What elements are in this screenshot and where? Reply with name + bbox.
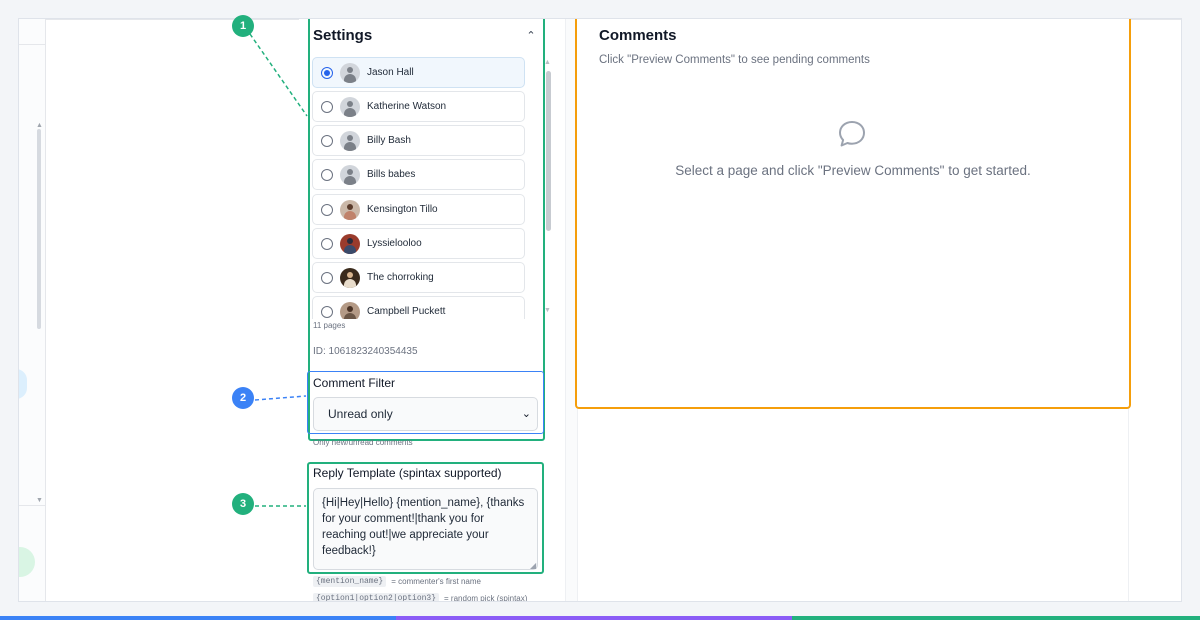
gutter-header: [19, 19, 46, 45]
page-item[interactable]: Campbell Puckett: [312, 296, 525, 319]
comment-filter-select[interactable]: Unread only ⌄: [313, 397, 538, 431]
radio-button[interactable]: [321, 271, 333, 284]
scroll-thumb[interactable]: [546, 71, 551, 231]
resize-handle-icon[interactable]: ◢: [530, 561, 536, 570]
hint-row: {option1|option2|option3} = random pick …: [313, 593, 528, 602]
hint-code: {option1|option2|option3}: [313, 593, 440, 601]
radio-button[interactable]: [321, 237, 333, 250]
empty-state-message: Select a page and click "Preview Comment…: [675, 163, 1031, 178]
page-name: Bills babes: [367, 169, 416, 180]
page-item[interactable]: Billy Bash: [312, 125, 525, 156]
page-name: Lyssielooloo: [367, 238, 422, 249]
app-frame: ▲ ▼ Settings ⌃ Jason Hall Katherine Wats…: [18, 18, 1182, 602]
comments-panel: [575, 19, 1131, 409]
content-area: [577, 409, 1129, 601]
reply-template-label: Reply Template (spintax supported): [313, 466, 502, 480]
photo-avatar: [340, 301, 360, 319]
sidebar-green-badge: [19, 547, 35, 577]
page-list: Jason Hall Katherine Watson Billy Bash B…: [312, 57, 538, 319]
page-count: 11 pages: [313, 321, 346, 330]
radio-button[interactable]: [321, 66, 333, 79]
photo-avatar: [340, 199, 360, 220]
comment-filter-label: Comment Filter: [313, 376, 396, 390]
hint-text: = commenter's first name: [391, 577, 481, 586]
hint-row: {mention_name} = commenter's first name: [313, 576, 481, 587]
page-name: Campbell Puckett: [367, 306, 446, 317]
page-id: ID: 1061823240354435: [313, 346, 418, 357]
chat-bubble-icon: [839, 121, 865, 147]
page-name: Jason Hall: [367, 67, 414, 78]
page-item[interactable]: Kensington Tillo: [312, 194, 525, 225]
page-item[interactable]: The chorroking: [312, 262, 525, 293]
radio-button[interactable]: [321, 305, 333, 318]
chevron-down-icon: ⌄: [521, 408, 531, 420]
photo-avatar: [340, 267, 360, 288]
page-item[interactable]: Lyssielooloo: [312, 228, 525, 259]
page-name: Billy Bash: [367, 135, 411, 146]
sidebar-blue-badge: [19, 369, 27, 399]
radio-button[interactable]: [321, 168, 333, 181]
page-item[interactable]: Bills babes: [312, 159, 525, 190]
filter-selected-value: Unread only: [328, 407, 393, 421]
radio-button[interactable]: [321, 100, 333, 113]
filter-help-text: Only new/unread comments: [313, 438, 413, 447]
gutter-scrollbar[interactable]: [37, 129, 41, 329]
comments-subtitle: Click "Preview Comments" to see pending …: [599, 54, 870, 66]
radio-button[interactable]: [321, 203, 333, 216]
scroll-down-icon[interactable]: ▼: [36, 497, 43, 504]
default-avatar-icon: [340, 164, 360, 185]
scroll-up-icon[interactable]: ▲: [544, 59, 551, 66]
bottom-gradient-bar: [0, 616, 1200, 620]
hint-text: = random pick (spintax): [444, 594, 528, 602]
default-avatar-icon: [340, 130, 360, 151]
callout-marker: 1: [232, 15, 254, 37]
page-name: Katherine Watson: [367, 101, 447, 112]
scroll-up-icon[interactable]: ▲: [36, 122, 43, 129]
reply-template-input[interactable]: {Hi|Hey|Hello} {mention_name}, {thanks f…: [313, 488, 538, 570]
page-name: The chorroking: [367, 272, 434, 283]
callout-marker: 2: [232, 387, 254, 409]
hint-code: {mention_name}: [313, 576, 387, 587]
photo-avatar: [340, 233, 360, 254]
radio-button[interactable]: [321, 134, 333, 147]
comments-title: Comments: [599, 27, 677, 44]
page-name: Kensington Tillo: [367, 204, 438, 215]
page-list-scrollbar[interactable]: ▲ ▼: [544, 57, 552, 319]
default-avatar-icon: [340, 96, 360, 117]
page-item[interactable]: Katherine Watson: [312, 91, 525, 122]
callout-marker: 3: [232, 493, 254, 515]
default-avatar-icon: [340, 62, 360, 83]
left-gutter: ▲ ▼: [19, 19, 46, 601]
gutter-divider: [19, 505, 46, 506]
page-item[interactable]: Jason Hall: [312, 57, 525, 88]
settings-title: Settings: [313, 27, 373, 44]
scroll-down-icon[interactable]: ▼: [544, 307, 551, 314]
chevron-up-icon[interactable]: ⌃: [524, 29, 538, 43]
